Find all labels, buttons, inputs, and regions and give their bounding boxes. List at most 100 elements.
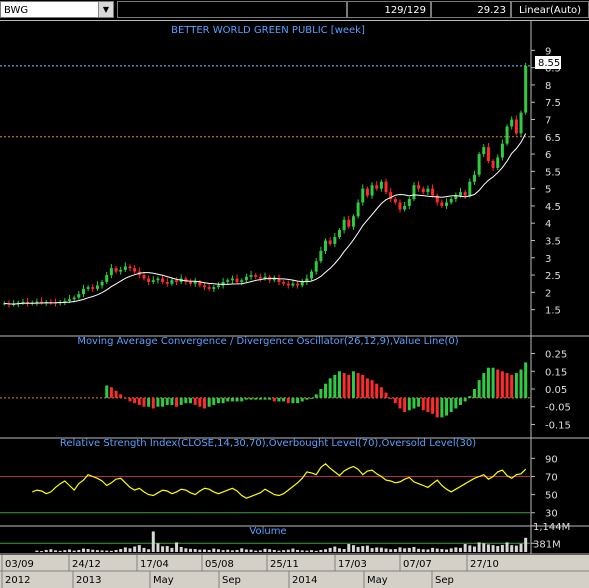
- macd-tick-label: -0.15: [545, 420, 571, 431]
- macd-bar: [407, 397, 411, 411]
- price-tick-label: 1.5: [545, 306, 561, 317]
- volume-bar: [165, 546, 169, 552]
- price-candles: [2, 62, 528, 308]
- macd-bar: [310, 397, 314, 399]
- volume-bar: [310, 550, 314, 552]
- macd-bar: [109, 387, 113, 398]
- volume-bar: [319, 549, 323, 552]
- volume-bar: [375, 547, 379, 552]
- macd-bar: [351, 371, 355, 398]
- volume-bar: [95, 550, 99, 552]
- volume-bar: [137, 545, 141, 552]
- macd-bar: [114, 390, 118, 398]
- chart-canvas[interactable]: BETTER WORLD GREEN PUBLIC [week] 98.587.…: [0, 20, 589, 588]
- rsi-tick-label: 90: [545, 454, 558, 465]
- macd-bar: [170, 397, 174, 405]
- record-count: 129/129: [347, 1, 431, 18]
- candle-body: [156, 278, 160, 281]
- macd-bar: [519, 369, 523, 398]
- volume-bar: [333, 546, 337, 552]
- candle-body: [300, 281, 304, 286]
- volume-bar: [63, 550, 67, 552]
- macd-bar: [151, 397, 155, 409]
- macd-bar: [305, 397, 309, 400]
- x-axis-top-label: 05/08: [205, 559, 234, 570]
- volume-bar: [379, 547, 383, 552]
- price-tick-label: 5.5: [545, 167, 561, 178]
- candle-body: [202, 285, 206, 288]
- volume-bar: [324, 549, 328, 552]
- macd-bar: [510, 374, 514, 398]
- volume-bar: [486, 544, 490, 552]
- price-axis: 98.587.576.565.554.543.532.521.5: [531, 46, 561, 317]
- volume-bar: [151, 531, 155, 552]
- macd-bar: [277, 397, 281, 402]
- volume-bar: [156, 543, 160, 552]
- macd-bars: [105, 362, 528, 418]
- volume-bar: [347, 544, 351, 552]
- rsi-tick-label: 50: [545, 491, 558, 502]
- candle-body: [212, 287, 216, 289]
- volume-bar: [421, 549, 425, 552]
- volume-bar: [202, 549, 206, 552]
- macd-bar: [119, 394, 123, 398]
- volume-bar: [114, 549, 118, 552]
- volume-bar: [249, 549, 253, 552]
- candle-body: [81, 288, 85, 295]
- candle-body: [128, 266, 132, 269]
- volume-bar: [100, 550, 104, 552]
- volume-bar: [226, 549, 230, 552]
- symbol-select[interactable]: BWG ▼: [0, 1, 114, 18]
- x-axis-bottom-label: Sep: [435, 575, 454, 586]
- volume-bar: [189, 548, 193, 552]
- candle-body: [296, 283, 300, 286]
- x-axis-bottom-label: 2013: [76, 575, 101, 586]
- volume-bar: [49, 549, 53, 552]
- volume-bar: [449, 548, 453, 552]
- scale-mode[interactable]: Linear(Auto): [511, 1, 589, 18]
- volume-bar: [482, 543, 486, 552]
- chevron-down-icon[interactable]: ▼: [98, 2, 113, 17]
- volume-bar: [147, 549, 151, 552]
- volume-bar: [263, 548, 267, 552]
- macd-bar: [403, 397, 407, 413]
- macd-bar: [389, 397, 393, 399]
- candle-body: [216, 285, 220, 288]
- candle-body: [240, 280, 244, 282]
- volume-bar: [230, 550, 234, 552]
- candle-body: [286, 283, 290, 286]
- volume-bar: [463, 544, 467, 552]
- volume-bar: [351, 545, 355, 552]
- volume-bar: [300, 550, 304, 552]
- macd-bar: [431, 397, 435, 414]
- volume-bar: [356, 546, 360, 552]
- toolbar-blank-field: [117, 1, 347, 18]
- candle-body: [77, 294, 81, 298]
- price-tick-label: 3.5: [545, 236, 561, 247]
- macd-bar: [193, 397, 197, 405]
- macd-bar: [179, 397, 183, 405]
- volume-bar: [175, 542, 179, 552]
- volume-bar: [472, 546, 476, 552]
- candle-body: [426, 188, 430, 193]
- candle-body: [440, 202, 444, 206]
- candle-body: [379, 181, 383, 189]
- macd-bar: [198, 397, 202, 407]
- macd-bar: [207, 397, 211, 407]
- macd-bar: [370, 380, 374, 398]
- candle-body: [412, 185, 416, 200]
- candle-body: [491, 160, 495, 168]
- volume-bar: [54, 550, 58, 552]
- macd-bar: [454, 397, 458, 409]
- volume-bar: [109, 550, 113, 552]
- candle-body: [91, 287, 95, 289]
- macd-bar: [133, 397, 137, 404]
- macd-bar: [435, 397, 439, 418]
- volume-bar: [440, 549, 444, 552]
- candle-body: [486, 147, 490, 161]
- volume-bar: [314, 550, 318, 552]
- macd-bar: [426, 397, 430, 413]
- candle-body: [170, 280, 174, 284]
- volume-bar: [244, 549, 248, 552]
- macd-bar: [524, 362, 528, 398]
